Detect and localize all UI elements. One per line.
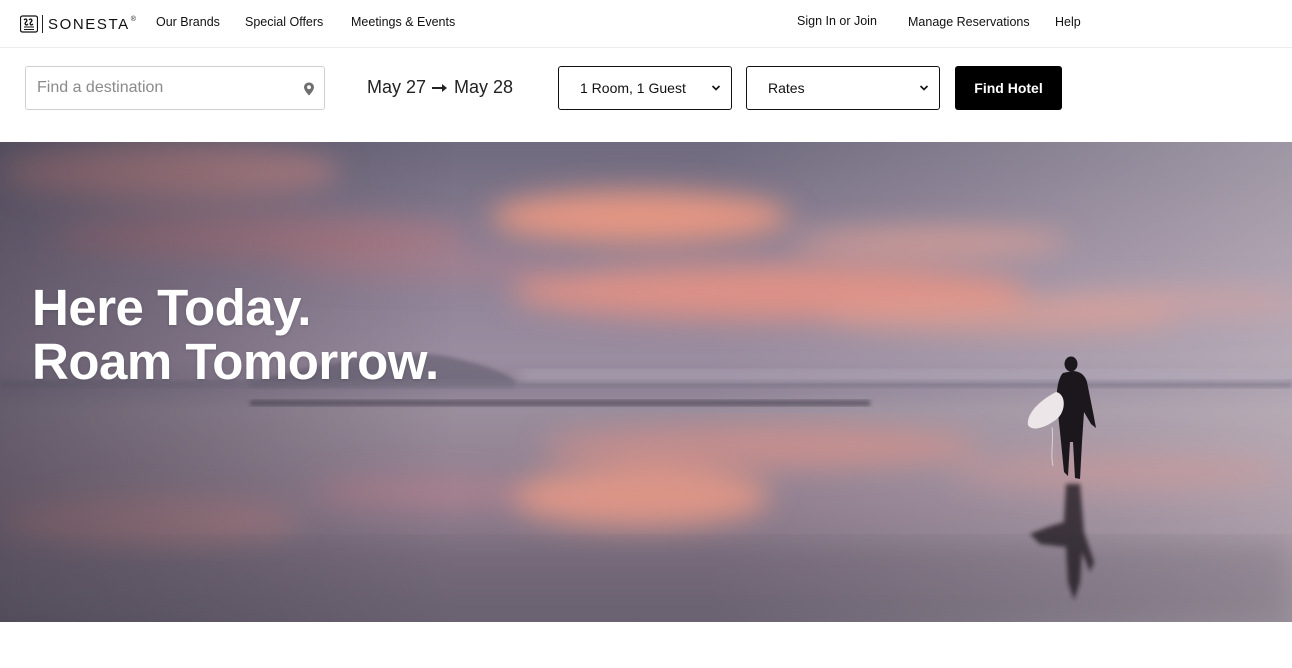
chevron-down-icon <box>711 85 721 91</box>
logo-divider <box>42 15 43 33</box>
hero-headline-line-1: Here Today. <box>32 279 311 336</box>
date-range-picker[interactable]: May 27 May 28 <box>367 77 513 98</box>
nav-manage-reservations[interactable]: Manage Reservations <box>908 15 1030 29</box>
hero-headline: Here Today. Roam Tomorrow. <box>32 281 439 389</box>
nav-special-offers[interactable]: Special Offers <box>245 15 323 29</box>
trademark-mark: ® <box>130 15 138 23</box>
rates-select[interactable]: Rates <box>746 66 940 110</box>
destination-input[interactable] <box>26 67 296 109</box>
chevron-down-icon <box>919 85 929 91</box>
location-pin-icon <box>304 82 314 96</box>
nav-meetings-events[interactable]: Meetings & Events <box>351 15 455 29</box>
hero-banner: Here Today. Roam Tomorrow. <box>0 142 1292 622</box>
checkout-date[interactable]: May 28 <box>454 77 513 98</box>
brand-name: SONESTA® <box>48 15 138 33</box>
rooms-guests-value: 1 Room, 1 Guest <box>580 80 686 96</box>
rates-value: Rates <box>768 80 805 96</box>
rooms-guests-select[interactable]: 1 Room, 1 Guest <box>558 66 732 110</box>
nav-help[interactable]: Help <box>1055 15 1081 29</box>
sonesta-logo[interactable]: SONESTA® <box>20 14 138 34</box>
arrow-right-icon <box>432 83 448 92</box>
nav-sign-in-join[interactable]: Sign In or Join <box>797 14 877 28</box>
find-hotel-button[interactable]: Find Hotel <box>955 66 1062 110</box>
top-navigation: SONESTA® Our Brands Special Offers Meeti… <box>0 0 1292 48</box>
nav-our-brands[interactable]: Our Brands <box>156 15 220 29</box>
checkin-date[interactable]: May 27 <box>367 77 426 98</box>
hero-headline-line-2: Roam Tomorrow. <box>32 333 439 390</box>
sonesta-emblem-icon <box>20 15 38 33</box>
destination-field[interactable] <box>25 66 325 110</box>
